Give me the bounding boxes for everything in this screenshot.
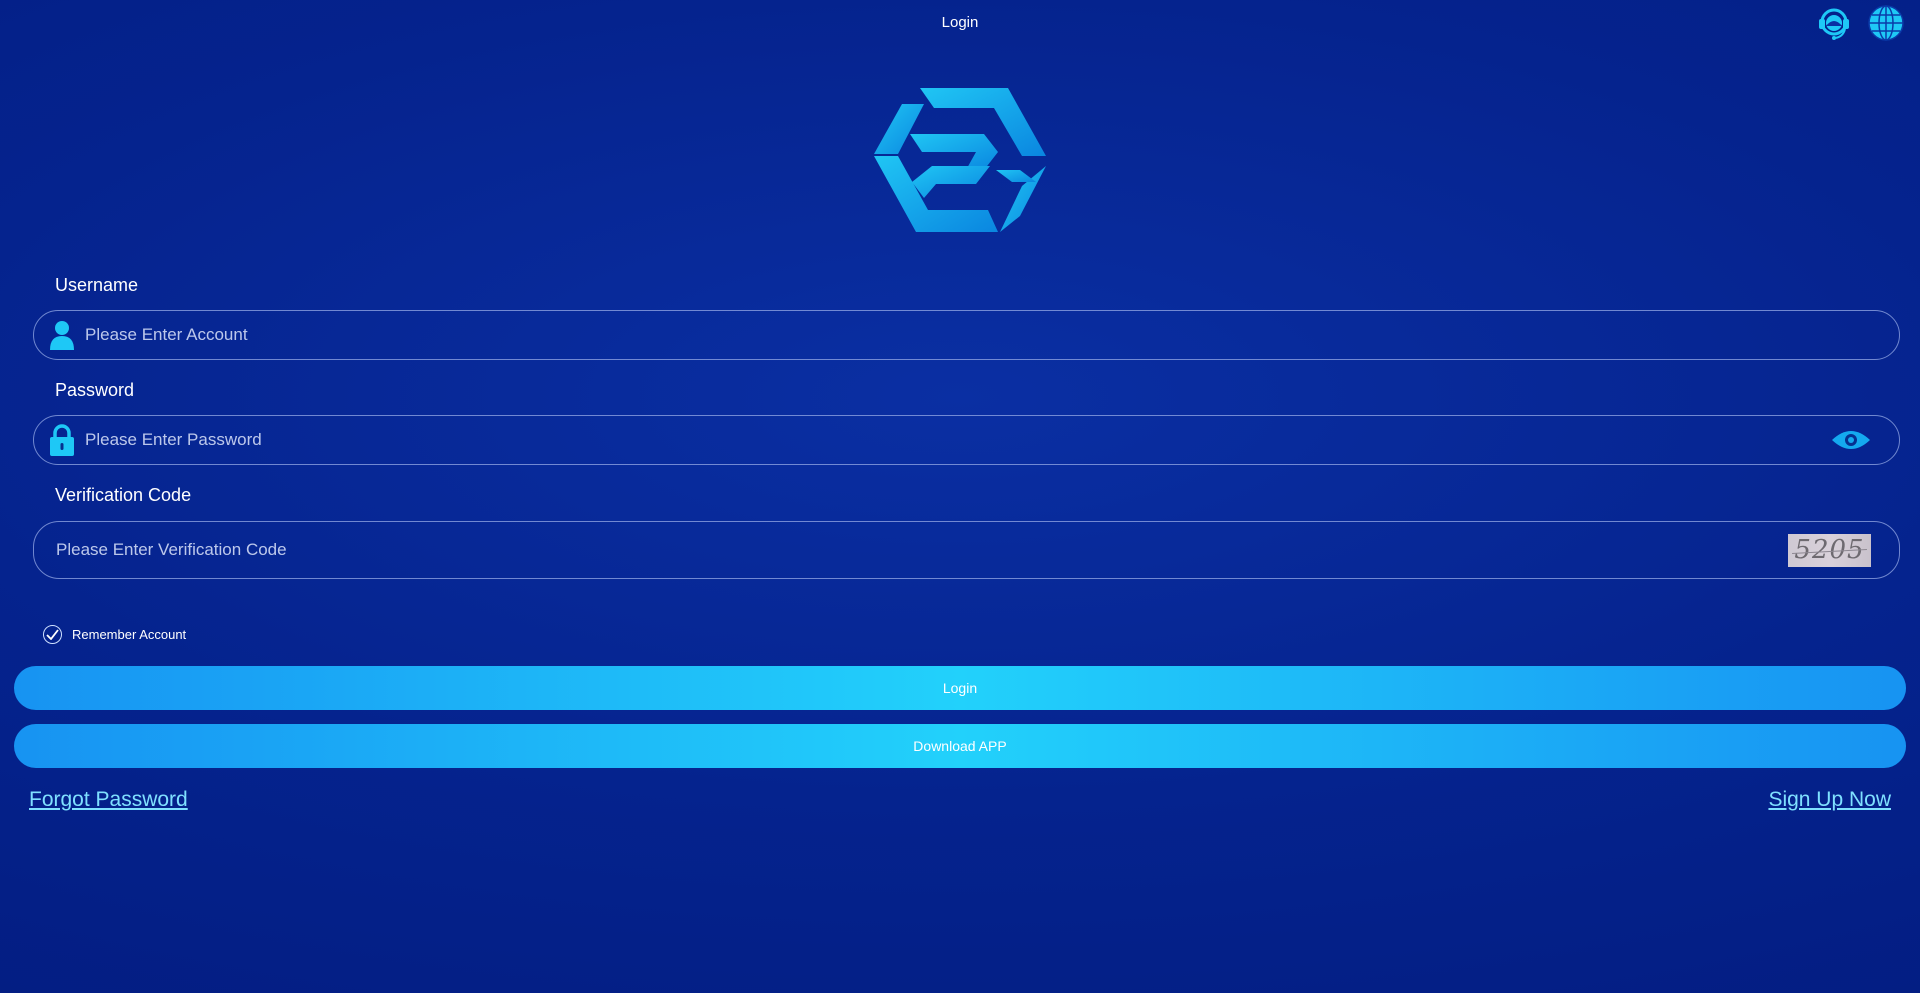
login-button[interactable]: Login [14, 666, 1906, 710]
verification-input[interactable] [56, 522, 1788, 578]
password-input[interactable] [85, 416, 1831, 464]
password-label: Password [55, 380, 135, 400]
top-icons [1814, 3, 1906, 43]
user-icon [47, 320, 77, 350]
globe-icon[interactable] [1866, 3, 1906, 43]
password-field [33, 415, 1900, 465]
check-icon [46, 629, 59, 640]
verification-field: 5205 [33, 521, 1900, 579]
verification-label: Verification Code [55, 485, 192, 505]
lock-icon [47, 424, 77, 456]
download-app-button[interactable]: Download APP [14, 724, 1906, 768]
sign-up-link[interactable]: Sign Up Now [1768, 788, 1891, 812]
remember-account[interactable]: Remember Account [43, 625, 186, 644]
username-field [33, 310, 1900, 360]
username-label: Username [55, 275, 139, 295]
username-input[interactable] [85, 311, 1899, 359]
remember-label: Remember Account [72, 627, 187, 642]
forgot-password-link[interactable]: Forgot Password [29, 788, 188, 812]
show-password-eye-icon[interactable] [1831, 428, 1871, 452]
top-bar: Login [0, 0, 1920, 46]
page-title: Login [941, 14, 979, 31]
remember-checkbox[interactable] [43, 625, 62, 644]
brand-logo [872, 86, 1048, 236]
customer-service-icon[interactable] [1814, 3, 1854, 43]
captcha-image[interactable]: 5205 [1788, 533, 1871, 567]
